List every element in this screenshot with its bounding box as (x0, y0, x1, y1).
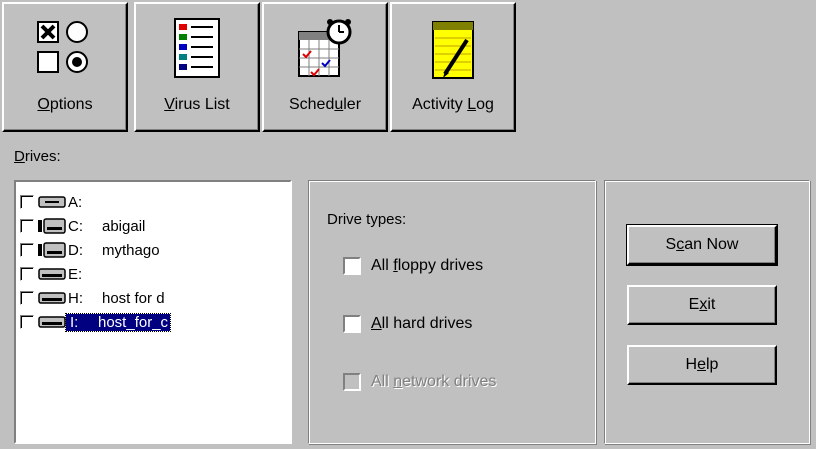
network-drive-icon (38, 268, 66, 280)
virus-list-icon (174, 18, 220, 78)
drive-list[interactable]: A: C: abigail D: mythago E: H: host for … (14, 180, 292, 444)
drive-checkbox[interactable] (20, 315, 34, 329)
options-label: Options (37, 96, 93, 113)
drive-item-a[interactable]: A: (20, 190, 102, 214)
hard-drive-icon (38, 242, 66, 258)
drive-item-c[interactable]: C: abigail (20, 214, 145, 238)
exit-button[interactable]: Ex it (627, 285, 777, 325)
checkbox-box[interactable] (343, 315, 361, 333)
options-icon (37, 21, 88, 73)
activity-log-button[interactable]: Activity Log (390, 2, 516, 132)
hard-drive-icon (38, 218, 66, 234)
drive-checkbox[interactable] (20, 243, 34, 257)
all-hard-drives-checkbox[interactable]: All hard drives (343, 315, 472, 333)
drive-checkbox[interactable] (20, 195, 34, 209)
activity-log-label: Activity Log (412, 96, 494, 113)
drive-item-d[interactable]: D: mythago (20, 238, 160, 262)
scheduler-button[interactable]: Scheduler (262, 2, 388, 132)
drive-checkbox[interactable] (20, 219, 34, 233)
network-drive-icon (38, 316, 66, 328)
virus-list-button[interactable]: Virus List (134, 2, 260, 132)
actions-panel: Sc an Now Ex it He lp (604, 180, 810, 444)
all-network-drives-checkbox: All network drives (343, 373, 496, 391)
drive-checkbox[interactable] (20, 291, 34, 305)
help-button[interactable]: He lp (627, 345, 777, 385)
drive-item-i[interactable]: I: host_for_c (20, 310, 172, 334)
floppy-drive-icon (38, 196, 66, 208)
scheduler-label: Scheduler (288, 96, 362, 113)
selected-drive-label: I: host_for_c (64, 312, 172, 332)
scheduler-icon (298, 19, 352, 77)
drive-item-e[interactable]: E: (20, 262, 102, 286)
drives-label: Drives: (14, 148, 61, 165)
toolbar: Options Virus List Scheduler Activity Lo… (0, 0, 816, 134)
all-floppy-drives-checkbox[interactable]: All floppy drives (343, 257, 483, 275)
scan-now-button[interactable]: Sc an Now (626, 224, 778, 266)
all-hard-drives-label: All hard drives (371, 315, 473, 332)
all-floppy-drives-label: All floppy drives (371, 257, 484, 274)
checkbox-box (343, 373, 361, 391)
drive-item-h[interactable]: H: host for d (20, 286, 165, 310)
drive-checkbox[interactable] (20, 267, 34, 281)
drive-types-title: Drive types: (327, 211, 407, 228)
virus-list-label: Virus List (164, 96, 230, 113)
activity-log-icon (432, 21, 474, 79)
all-network-drives-label: All network drives (371, 373, 497, 390)
checkbox-box[interactable] (343, 257, 361, 275)
drive-types-panel: Drive types: All floppy drives All hard … (308, 180, 596, 444)
options-button[interactable]: Options (2, 2, 128, 132)
network-drive-icon (38, 292, 66, 304)
